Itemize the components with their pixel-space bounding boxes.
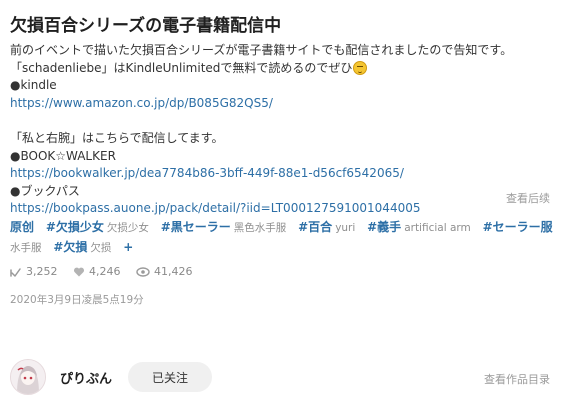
view-catalog-link[interactable]: 查看作品目录	[484, 371, 550, 387]
avatar[interactable]	[10, 359, 46, 395]
tag-item[interactable]: #欠損少女 欠损少女	[46, 220, 149, 234]
grimacing-face-emoji-icon	[353, 60, 368, 75]
work-stats: 3,252 4,246 41,426	[10, 265, 205, 281]
work-title: 欠損百合シリーズの電子書籍配信中	[10, 16, 282, 36]
tag-item[interactable]: #百合 yuri	[298, 220, 355, 234]
kindle-link[interactable]: https://www.amazon.co.jp/dp/B085G82QS5/	[10, 96, 273, 110]
bookwalker-label: ●BOOK☆WALKER	[10, 148, 116, 163]
original-tag[interactable]: 原创	[10, 220, 34, 234]
author-name[interactable]: ぴりぷん	[60, 368, 112, 387]
bookpass-label: ●ブックパス	[10, 183, 80, 198]
view-more-link[interactable]: 查看后续	[506, 190, 550, 206]
bookwalker-link[interactable]: https://bookwalker.jp/dea7784b86-3bff-44…	[10, 166, 404, 180]
like-count: 3,252	[10, 265, 58, 278]
eye-icon	[136, 266, 150, 277]
follow-button[interactable]: 已关注	[128, 362, 213, 392]
tag-item-sub: 水手服	[10, 242, 42, 254]
description-line: 「schadenliebe」はKindleUnlimitedで無料で読めるのでぜ…	[10, 60, 564, 78]
heart-icon	[73, 267, 85, 276]
tag-item[interactable]: #欠損 欠损	[53, 240, 111, 254]
add-tag-button[interactable]: +	[123, 240, 133, 254]
description-line: 「私と右腕」はこちらで配信してます。	[10, 130, 224, 145]
tag-item[interactable]: #黒セーラー 黑色水手服	[161, 220, 287, 234]
tag-item[interactable]: #セーラー服	[483, 220, 553, 234]
view-count: 41,426	[136, 265, 193, 278]
kindle-label: ●kindle	[10, 78, 57, 93]
tag-item[interactable]: #義手 artificial arm	[367, 220, 471, 234]
description-line: 前のイベントで描いた欠損百合シリーズが電子書籍サイトでも配信されましたので告知で…	[10, 43, 513, 57]
like-icon	[10, 267, 21, 277]
author-bar: ぴりぷん 已关注	[10, 357, 213, 397]
avatar-illustration-icon	[11, 360, 45, 394]
work-description: 前のイベントで描いた欠損百合シリーズが電子書籍サイトでも配信されましたので告知で…	[10, 42, 564, 218]
bookpass-link[interactable]: https://bookpass.auone.jp/pack/detail/?i…	[10, 201, 420, 215]
bookmark-count: 4,246	[73, 265, 121, 278]
tag-list: 原创 #欠損少女 欠损少女 #黒セーラー 黑色水手服 #百合 yuri #義手 arti…	[10, 218, 566, 258]
post-date: 2020年3月9日凌晨5点19分	[10, 294, 144, 306]
